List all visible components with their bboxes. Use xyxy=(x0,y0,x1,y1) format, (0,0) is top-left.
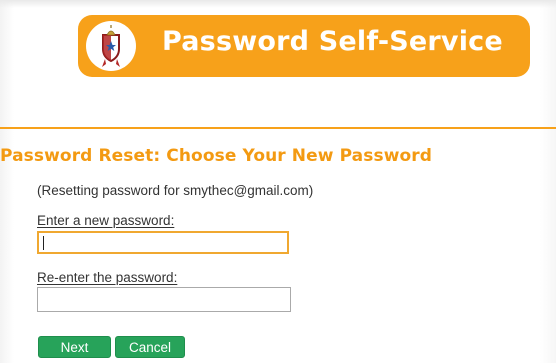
new-password-input[interactable] xyxy=(37,231,289,254)
cancel-button[interactable]: Cancel xyxy=(115,336,185,358)
header-banner: Password Self-Service xyxy=(78,15,530,77)
top-shadow xyxy=(0,0,556,8)
heading-subtitle: Choose Your New Password xyxy=(166,146,433,166)
next-button[interactable]: Next xyxy=(38,336,111,358)
orange-divider xyxy=(0,127,556,129)
reenter-password-label: Re-enter the password: xyxy=(37,270,177,285)
heading-prefix: Password Reset: xyxy=(0,146,161,166)
crest-icon xyxy=(86,21,136,71)
page-background: Password Self-Service Password Reset: Cho… xyxy=(0,0,556,363)
reset-info-text: (Resetting password for smythec@gmail.co… xyxy=(37,183,314,198)
text-cursor xyxy=(43,236,44,250)
new-password-label-text: Enter a new password: xyxy=(37,213,175,228)
reenter-password-label-text: Re-enter the password: xyxy=(37,270,178,285)
app-title: Password Self-Service xyxy=(162,26,503,57)
reenter-password-input[interactable] xyxy=(37,287,291,312)
page-heading: Password Reset: Choose Your New Password xyxy=(0,146,432,166)
new-password-label: Enter a new password: xyxy=(37,213,174,228)
